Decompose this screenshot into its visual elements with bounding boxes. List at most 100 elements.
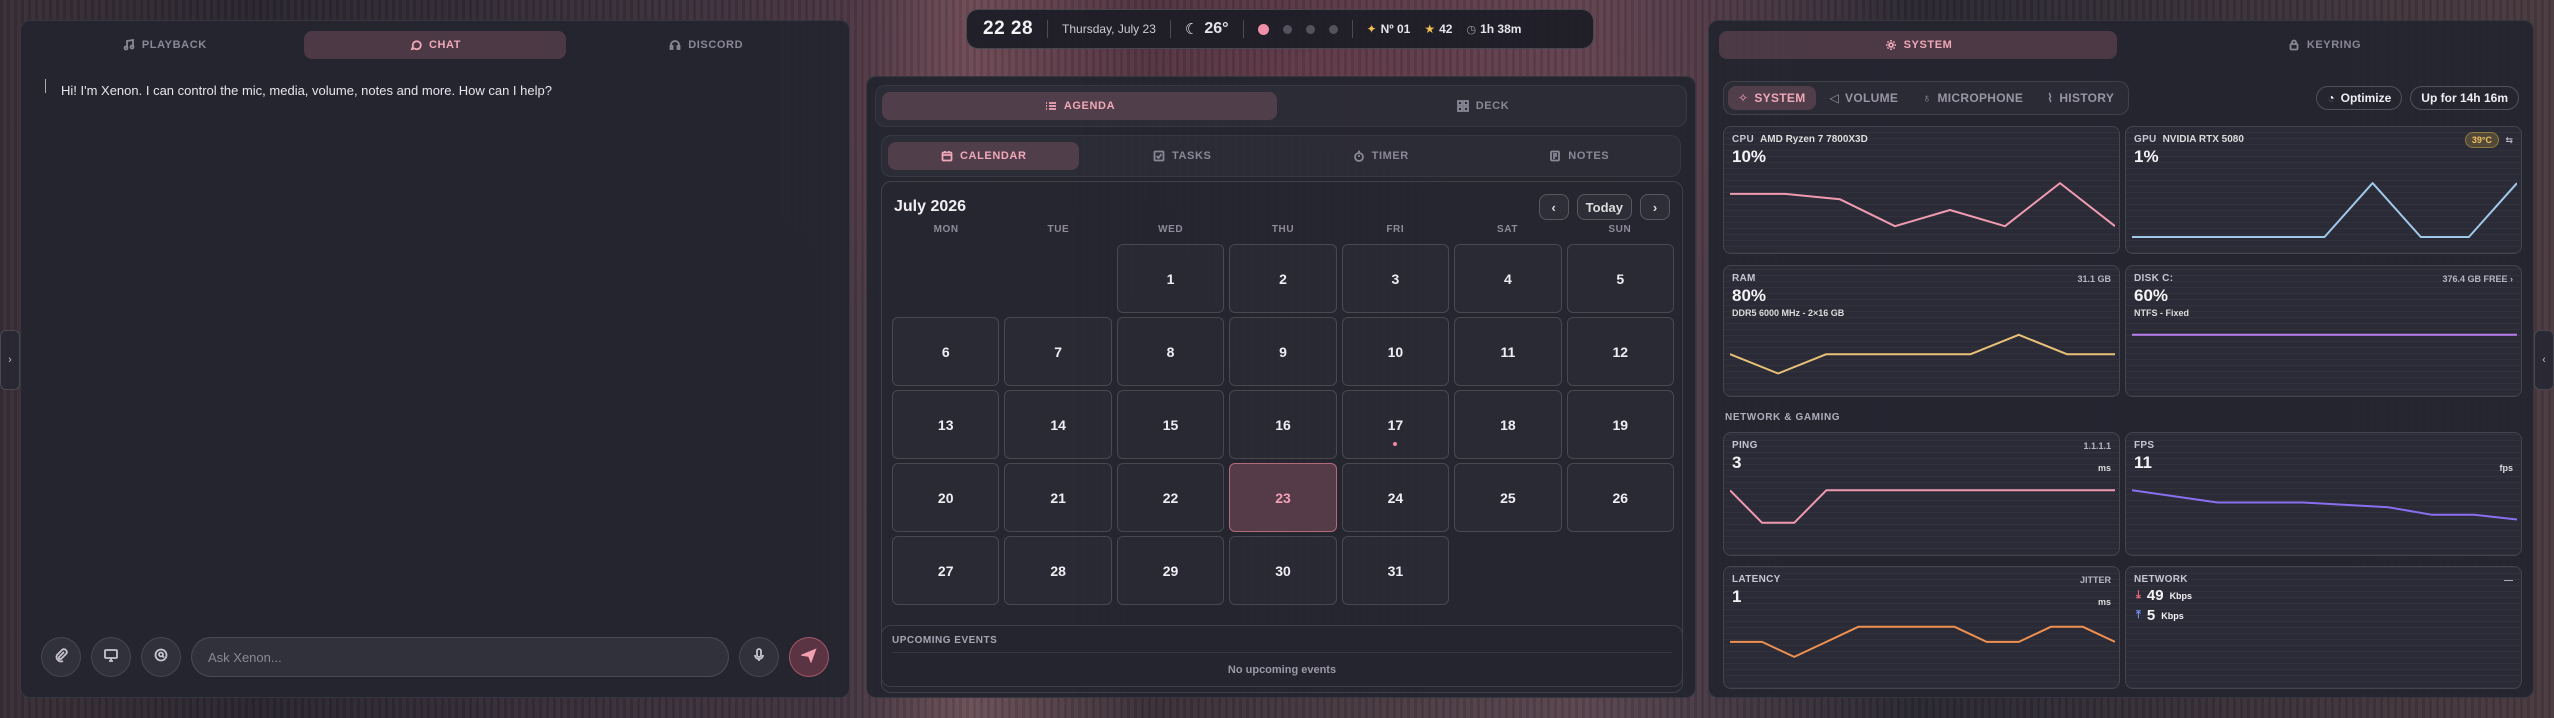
- workspace-dot[interactable]: [1328, 24, 1338, 34]
- optimize-button[interactable]: ◔ Optimize: [2316, 86, 2403, 110]
- mic-button[interactable]: [739, 637, 779, 677]
- rank-value: Nº 01: [1380, 22, 1411, 36]
- search-chat-button[interactable]: [141, 637, 181, 677]
- calendar-day[interactable]: 9: [1229, 317, 1337, 386]
- calendar-day[interactable]: 14: [1004, 390, 1112, 459]
- calendar-day[interactable]: 11: [1454, 317, 1562, 386]
- day-number: 21: [1050, 489, 1066, 506]
- download-icon: ⤓: [2136, 589, 2141, 601]
- right-drawer-handle[interactable]: ‹: [2534, 330, 2554, 390]
- calendar-day[interactable]: 30: [1229, 536, 1337, 605]
- screen-capture-button[interactable]: [91, 637, 131, 677]
- day-number: 19: [1612, 416, 1629, 433]
- workspace-dot[interactable]: [1305, 24, 1315, 34]
- ping-card[interactable]: PING 1.1.1.1 3 ms: [1723, 432, 2120, 556]
- subtab-volume[interactable]: ◁ VOLUME: [1820, 86, 1909, 110]
- chat-input[interactable]: [191, 637, 729, 677]
- calendar-day[interactable]: 13: [892, 390, 1000, 459]
- today-button[interactable]: Today: [1576, 194, 1632, 220]
- tab-chat[interactable]: CHAT: [303, 31, 567, 59]
- calendar-day-today[interactable]: 23: [1229, 463, 1337, 532]
- tab-calendar[interactable]: CALENDAR: [888, 142, 1079, 170]
- tab-discord[interactable]: DISCORD: [574, 31, 837, 59]
- calendar-day[interactable]: 3: [1341, 244, 1450, 313]
- tab-timer[interactable]: TIMER: [1285, 142, 1476, 170]
- calendar-day[interactable]: 7: [1004, 317, 1112, 386]
- workspace-dot[interactable]: [1282, 24, 1292, 34]
- fps-card[interactable]: FPS 11 fps: [2125, 432, 2522, 556]
- latency-value: 1: [1732, 587, 1742, 606]
- network-more[interactable]: —: [2504, 575, 2513, 585]
- tab-playback[interactable]: PLAYBACK: [33, 31, 296, 59]
- calendar-day[interactable]: 17: [1341, 390, 1450, 459]
- gpu-card[interactable]: GPU NVIDIA RTX 5080 1% 39°C ⇆: [2125, 126, 2522, 254]
- calendar-day[interactable]: 24: [1341, 463, 1450, 532]
- tab-deck[interactable]: DECK: [1285, 92, 1680, 120]
- disk-card[interactable]: DISK C: 376.4 GB FREE › 60% NTFS - Fixed: [2125, 265, 2522, 397]
- tab-label: SYSTEM: [1754, 91, 1806, 105]
- sparkline-path: [1730, 489, 2115, 524]
- left-drawer-handle[interactable]: ›: [0, 330, 20, 390]
- attach-button[interactable]: [41, 637, 81, 677]
- calendar-day[interactable]: 22: [1116, 463, 1225, 532]
- gear-icon: [1884, 38, 1898, 52]
- latency-card[interactable]: LATENCY JITTER 1 ms: [1723, 566, 2120, 689]
- tab-agenda[interactable]: AGENDA: [882, 92, 1277, 120]
- headphones-icon: [668, 38, 682, 52]
- ram-card[interactable]: RAM 31.1 GB 80% DDR5 6000 MHz - 2×16 GB: [1723, 265, 2120, 397]
- latency-unit: ms: [2097, 597, 2111, 607]
- weekday-label: SAT: [1497, 224, 1519, 235]
- calendar-day[interactable]: 8: [1116, 317, 1225, 386]
- upload-unit: Kbps: [2161, 610, 2184, 621]
- prev-month-button[interactable]: ‹: [1538, 194, 1569, 220]
- calendar-day[interactable]: 10: [1341, 317, 1450, 386]
- network-card[interactable]: NETWORK — ⤓ 49 Kbps ⤒ 5 Kbps: [2125, 566, 2522, 689]
- subtab-microphone[interactable]: ♁ MICROPHONE: [1912, 86, 2033, 110]
- calendar-day[interactable]: 20: [892, 463, 1000, 532]
- calendar-day[interactable]: 2: [1229, 244, 1337, 313]
- tab-tasks[interactable]: TASKS: [1087, 142, 1278, 170]
- send-button[interactable]: [789, 637, 829, 677]
- gpu-switch-icon[interactable]: ⇆: [2505, 135, 2513, 146]
- calendar-day[interactable]: 6: [892, 317, 1000, 386]
- calendar-day[interactable]: 12: [1566, 317, 1674, 386]
- calendar-day[interactable]: 21: [1004, 463, 1112, 532]
- fps-sparkline: [2132, 489, 2517, 521]
- calendar-day[interactable]: 18: [1454, 390, 1562, 459]
- workspace-dot[interactable]: [1257, 23, 1269, 35]
- chat-icon: [409, 38, 423, 52]
- day-number: 17: [1387, 416, 1404, 433]
- calendar-day[interactable]: 19: [1566, 390, 1674, 459]
- cpu-card[interactable]: CPU AMD Ryzen 7 7800X3D 10%: [1723, 126, 2120, 254]
- weather[interactable]: ☾ 26°: [1185, 20, 1229, 38]
- sparkline-path: [1730, 182, 2115, 228]
- day-number: 15: [1162, 416, 1179, 433]
- latency-sparkline: [1730, 625, 2115, 658]
- calendar-day[interactable]: 27: [892, 536, 1000, 605]
- calendar-day[interactable]: 1: [1116, 244, 1225, 313]
- calendar-day[interactable]: 4: [1454, 244, 1562, 313]
- tab-system[interactable]: SYSTEM: [1719, 31, 2117, 59]
- paperclip-icon: [53, 647, 69, 668]
- tab-notes[interactable]: NOTES: [1484, 142, 1675, 170]
- chevron-right-icon[interactable]: ›: [2510, 274, 2513, 284]
- calendar-day[interactable]: 5: [1566, 244, 1674, 313]
- subtab-system[interactable]: ✧ SYSTEM: [1728, 86, 1816, 110]
- calendar-day[interactable]: 15: [1116, 390, 1225, 459]
- download-unit: Kbps: [2169, 590, 2193, 601]
- calendar-day[interactable]: 28: [1004, 536, 1112, 605]
- day-number: 25: [1500, 489, 1516, 506]
- calendar-day[interactable]: 31: [1341, 536, 1450, 605]
- next-month-button[interactable]: ›: [1640, 194, 1670, 220]
- calendar-day[interactable]: 25: [1454, 463, 1562, 532]
- calendar-day[interactable]: 26: [1566, 463, 1674, 532]
- tab-keyring[interactable]: KEYRING: [2125, 31, 2523, 59]
- calendar-day[interactable]: 29: [1116, 536, 1225, 605]
- subtab-history[interactable]: ⌇ HISTORY: [2037, 86, 2124, 110]
- check-icon: [1152, 149, 1166, 163]
- tab-label: DECK: [1475, 100, 1510, 112]
- temperature: 26°: [1204, 20, 1229, 37]
- tab-label: MICROPHONE: [1937, 91, 2024, 105]
- calendar-day[interactable]: 16: [1229, 390, 1337, 459]
- optimize-label: Optimize: [2340, 91, 2392, 105]
